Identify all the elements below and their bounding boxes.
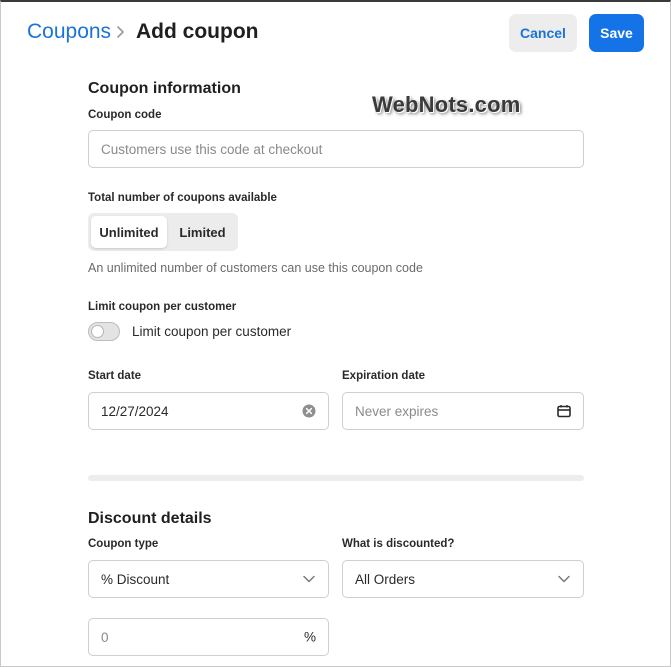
coupon-type-label: Coupon type bbox=[88, 538, 159, 550]
limit-toggle-label: Limit coupon per customer bbox=[132, 324, 292, 339]
save-button[interactable]: Save bbox=[589, 14, 644, 52]
section-title-discount-details: Discount details bbox=[88, 510, 212, 527]
clear-circle-icon[interactable] bbox=[302, 404, 316, 418]
watermark-logo: WebNots.com bbox=[372, 92, 521, 117]
chevron-down-icon bbox=[302, 575, 316, 584]
coupon-code-label: Coupon code bbox=[88, 109, 162, 121]
section-title-coupon-information: Coupon information bbox=[88, 80, 241, 97]
unlimited-help-text: An unlimited number of customers can use… bbox=[88, 261, 423, 275]
section-divider bbox=[88, 475, 584, 481]
discount-amount-input[interactable]: 0 % bbox=[88, 618, 329, 656]
coupon-type-value: % Discount bbox=[101, 571, 170, 587]
total-coupons-label: Total number of coupons available bbox=[88, 192, 277, 204]
limit-per-customer-toggle[interactable] bbox=[88, 322, 120, 341]
coupon-code-placeholder: Customers use this code at checkout bbox=[101, 141, 323, 157]
start-date-label: Start date bbox=[88, 370, 142, 382]
cancel-button[interactable]: Cancel bbox=[509, 14, 577, 52]
coupon-code-input[interactable]: Customers use this code at checkout bbox=[88, 130, 584, 168]
expiration-date-placeholder: Never expires bbox=[355, 403, 439, 419]
percent-suffix: % bbox=[303, 629, 316, 645]
expiration-date-input[interactable]: Never expires bbox=[342, 392, 584, 430]
what-discounted-label: What is discounted? bbox=[342, 538, 455, 550]
calendar-icon[interactable] bbox=[557, 405, 571, 418]
start-date-value: 12/27/2024 bbox=[101, 403, 169, 419]
breadcrumb-coupons-link[interactable]: Coupons bbox=[27, 20, 111, 44]
segment-unlimited[interactable]: Unlimited bbox=[91, 216, 167, 248]
segment-limited[interactable]: Limited bbox=[170, 216, 235, 248]
what-discounted-value: All Orders bbox=[355, 571, 416, 587]
limit-per-customer-label: Limit coupon per customer bbox=[88, 301, 237, 313]
coupon-type-select[interactable]: % Discount bbox=[88, 560, 329, 598]
chevron-right-icon bbox=[117, 26, 124, 38]
what-discounted-select[interactable]: All Orders bbox=[342, 560, 584, 598]
toggle-knob bbox=[91, 325, 104, 338]
chevron-down-icon bbox=[557, 575, 571, 584]
page-title: Add coupon bbox=[136, 20, 259, 43]
discount-amount-placeholder: 0 bbox=[101, 629, 109, 645]
start-date-input[interactable]: 12/27/2024 bbox=[88, 392, 329, 430]
coupon-count-segmented-control: Unlimited Limited bbox=[88, 213, 238, 251]
expiration-date-label: Expiration date bbox=[342, 370, 426, 382]
